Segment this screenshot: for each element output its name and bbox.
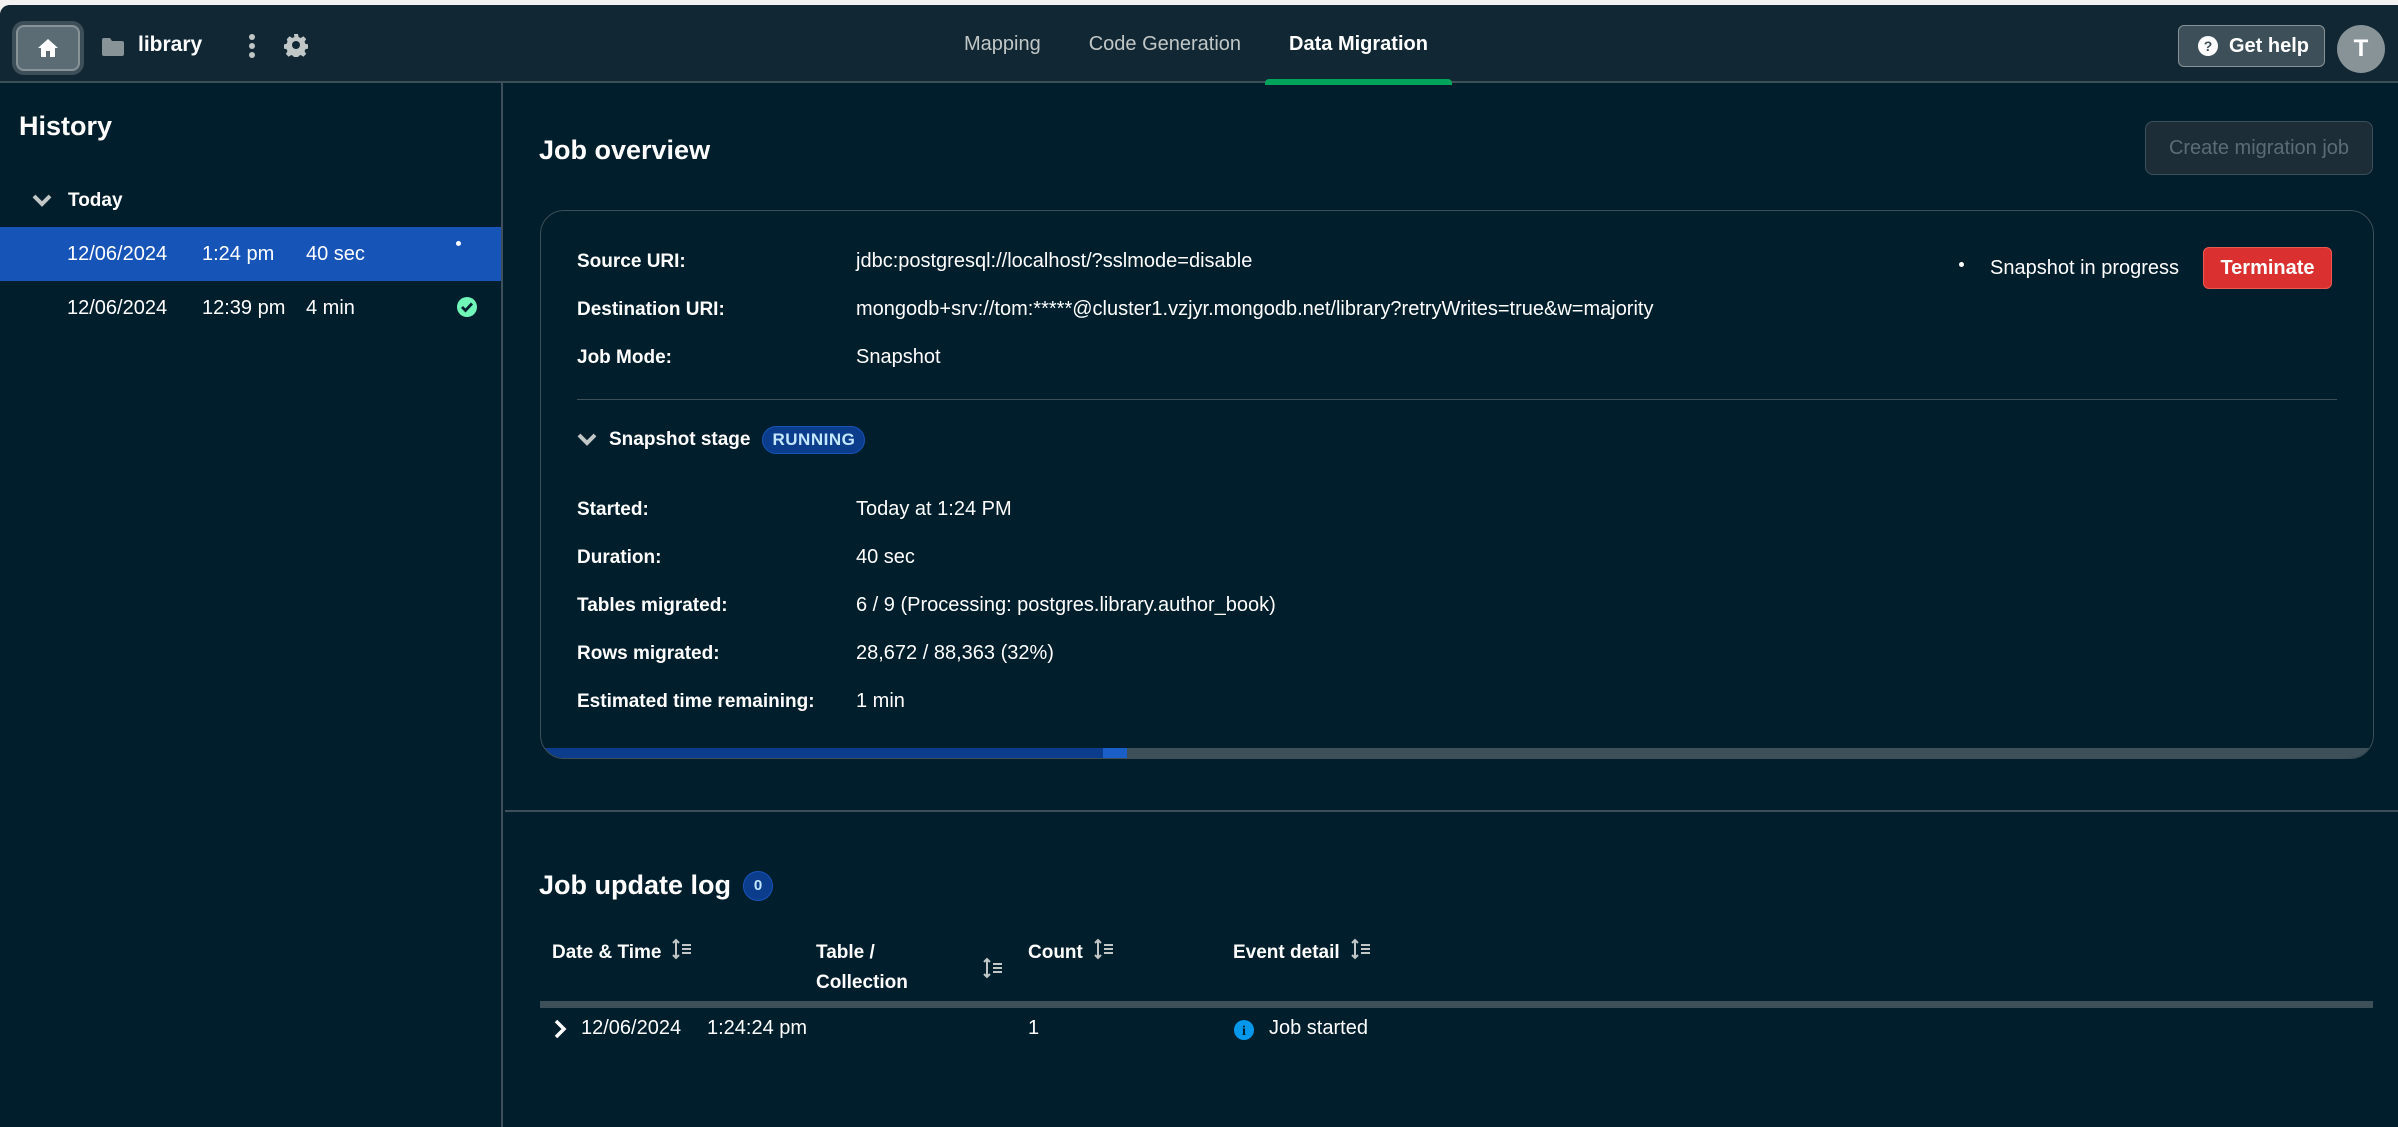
rows-migrated-label: Rows migrated: (577, 643, 720, 664)
sort-icon[interactable] (982, 957, 1004, 979)
started-value: Today at 1:24 PM (856, 498, 1012, 520)
column-header-date-time[interactable]: Date & Time (552, 938, 693, 968)
top-bar: library Mapping Code Generation Data Mig… (0, 5, 2398, 85)
column-header-label: Date & Time (552, 942, 662, 963)
snapshot-stage-toggle[interactable]: Snapshot stage RUNNING (577, 426, 866, 454)
progress-bar-fill (541, 748, 1128, 758)
tab-data-migration[interactable]: Data Migration (1265, 5, 1452, 85)
history-title: History (19, 111, 113, 141)
time-remaining-label: Estimated time remaining: (577, 691, 815, 712)
started-label: Started: (577, 499, 649, 520)
tab-code-generation[interactable]: Code Generation (1065, 5, 1265, 83)
history-item-time: 12:39 pm (202, 296, 286, 319)
column-header-label: Table / (816, 942, 875, 963)
sort-icon (672, 938, 692, 960)
check-circle-icon (457, 297, 477, 317)
column-header-count[interactable]: Count (1028, 938, 1115, 968)
app-window: library Mapping Code Generation Data Mig… (0, 5, 2398, 1127)
migration-progress-bar (541, 748, 2373, 758)
log-count-badge: 0 (743, 870, 773, 901)
chevron-down-icon (577, 433, 597, 446)
job-overview-title: Job overview (539, 135, 711, 165)
tables-migrated-label: Tables migrated: (577, 595, 728, 616)
history-item-time: 1:24 pm (202, 242, 275, 265)
home-button[interactable] (16, 25, 80, 71)
status-badge: RUNNING (762, 426, 866, 454)
history-item[interactable]: 12/06/2024 1:24 pm 40 sec (0, 227, 501, 281)
destination-uri-value: mongodb+srv://tom:*****@cluster1.vzjyr.m… (856, 298, 1654, 320)
main-tabs: Mapping Code Generation Data Migration (940, 5, 1452, 85)
loading-spinner-icon (456, 241, 461, 246)
loading-spinner-icon (1959, 261, 1964, 267)
get-help-button[interactable]: ? Get help (2178, 25, 2325, 67)
sort-icon (1350, 938, 1370, 960)
tab-mapping[interactable]: Mapping (940, 5, 1065, 83)
job-overview-card: Source URI: jdbc:postgresql://localhost/… (540, 210, 2374, 759)
svg-text:?: ? (2204, 38, 2213, 54)
get-help-label: Get help (2229, 34, 2310, 57)
folder-icon (102, 38, 124, 56)
history-sidebar: History Today 12/06/2024 1:24 pm 40 sec … (0, 83, 503, 1127)
history-item[interactable]: 12/06/2024 12:39 pm 4 min (0, 281, 501, 335)
sort-icon (1094, 938, 1113, 960)
divider (577, 399, 2337, 400)
duration-label: Duration: (577, 547, 662, 568)
row-count: 1 (1028, 1017, 1040, 1039)
column-header-event-detail[interactable]: Event detail (1233, 938, 1372, 968)
rows-migrated-value: 28,672 / 88,363 (32%) (856, 642, 1054, 664)
help-icon: ? (2198, 36, 2218, 56)
column-header-label: Event detail (1233, 942, 1340, 963)
user-avatar[interactable]: T (2337, 25, 2385, 73)
section-divider (505, 810, 2398, 812)
history-group-label: Today (68, 190, 123, 211)
job-status: Snapshot in progress Terminate (1959, 247, 2333, 289)
row-event-detail: Job started (1269, 1017, 1368, 1039)
history-item-date: 12/06/2024 (67, 242, 168, 265)
job-update-log-header: Job update log 0 (539, 870, 773, 901)
row-time: 1:24:24 pm (707, 1017, 808, 1039)
job-status-text: Snapshot in progress (1990, 256, 2180, 279)
history-item-date: 12/06/2024 (67, 296, 168, 319)
snapshot-stage-title: Snapshot stage (609, 429, 751, 450)
more-options-icon[interactable] (248, 33, 256, 59)
duration-value: 40 sec (856, 546, 915, 568)
info-icon: i (1234, 1020, 1254, 1040)
main-content: Job overview Create migration job Source… (505, 83, 2398, 1127)
row-date: 12/06/2024 (581, 1017, 682, 1039)
history-item-duration: 4 min (306, 296, 355, 319)
history-group-today[interactable]: Today (32, 190, 123, 212)
tables-migrated-value: 6 / 9 (Processing: postgres.library.auth… (856, 594, 1276, 616)
create-migration-job-button[interactable]: Create migration job (2145, 121, 2373, 175)
chevron-down-icon (32, 194, 52, 207)
destination-uri-label: Destination URI: (577, 299, 725, 320)
job-update-log-title: Job update log (539, 870, 731, 900)
chevron-right-icon[interactable] (553, 1019, 567, 1039)
history-item-duration: 40 sec (306, 242, 365, 265)
column-header-label: Collection (816, 972, 908, 993)
progress-bar-indicator (1103, 748, 1128, 758)
source-uri-label: Source URI: (577, 251, 686, 272)
terminate-button[interactable]: Terminate (2203, 247, 2333, 289)
project-name[interactable]: library (138, 33, 202, 57)
column-header-label: Count (1028, 942, 1083, 963)
gear-icon[interactable] (284, 33, 308, 57)
time-remaining-value: 1 min (856, 690, 905, 712)
source-uri-value: jdbc:postgresql://localhost/?sslmode=dis… (856, 250, 1253, 272)
job-mode-value: Snapshot (856, 346, 941, 368)
table-header-rule (540, 1001, 2373, 1008)
home-icon (38, 39, 58, 57)
job-mode-label: Job Mode: (577, 347, 672, 368)
column-header-table-collection[interactable]: Table / Collection (816, 938, 908, 998)
svg-text:i: i (1242, 1024, 1246, 1039)
